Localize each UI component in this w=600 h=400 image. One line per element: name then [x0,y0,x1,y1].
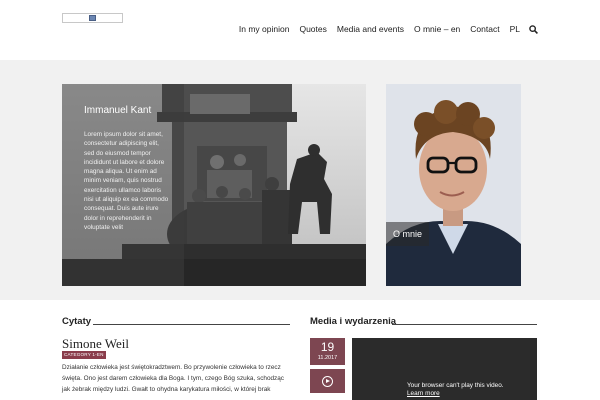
learn-more-link[interactable]: Learn more [407,390,440,397]
nav-item-in-my-opinion[interactable]: In my opinion [239,24,290,34]
kant-excerpt: Lorem ipsum dolor sit amet, consectetur … [84,131,169,231]
o-mnie-card[interactable]: O mnie [386,84,521,286]
play-button[interactable] [310,369,345,393]
kant-title[interactable]: Immanuel Kant [84,105,151,116]
quote-author[interactable]: Simone Weil [62,336,129,352]
category-badge[interactable]: CATEGORY 1-EN [62,351,106,359]
nav-item-quotes[interactable]: Quotes [299,24,326,34]
kant-feature-card[interactable]: Immanuel Kant Lorem ipsum dolor sit amet… [62,84,366,286]
o-mnie-label[interactable]: O mnie [386,222,430,246]
media-section-divider [392,324,537,325]
nav-item-contact[interactable]: Contact [470,24,499,34]
media-section-title: Media i wydarzenia [310,316,397,327]
portrait-photo [386,84,521,286]
nav-item-o-mnie[interactable]: O mnie – en [414,24,460,34]
nav-item-media-and-events[interactable]: Media and events [337,24,404,34]
event-date-month: 11.2017 [317,355,338,361]
site-header: In my opinion Quotes Media and events O … [0,0,600,60]
site-logo[interactable] [62,13,123,23]
search-icon[interactable] [529,24,538,34]
quotes-section-title: Cytaty [62,316,92,327]
play-icon [326,379,330,383]
quotes-section-divider [93,324,290,325]
video-player[interactable]: Your browser can't play this video. Lear… [352,338,537,400]
main-nav: In my opinion Quotes Media and events O … [229,24,538,34]
quote-text: Działanie człowieka jest świętokradztwem… [62,364,285,393]
event-date-box: 19 11.2017 [310,338,345,365]
nav-item-language-pl[interactable]: PL [510,24,520,34]
event-date-day: 19 [320,340,335,354]
broken-image-icon [89,15,96,21]
video-unsupported-message: Your browser can't play this video. [407,382,504,389]
